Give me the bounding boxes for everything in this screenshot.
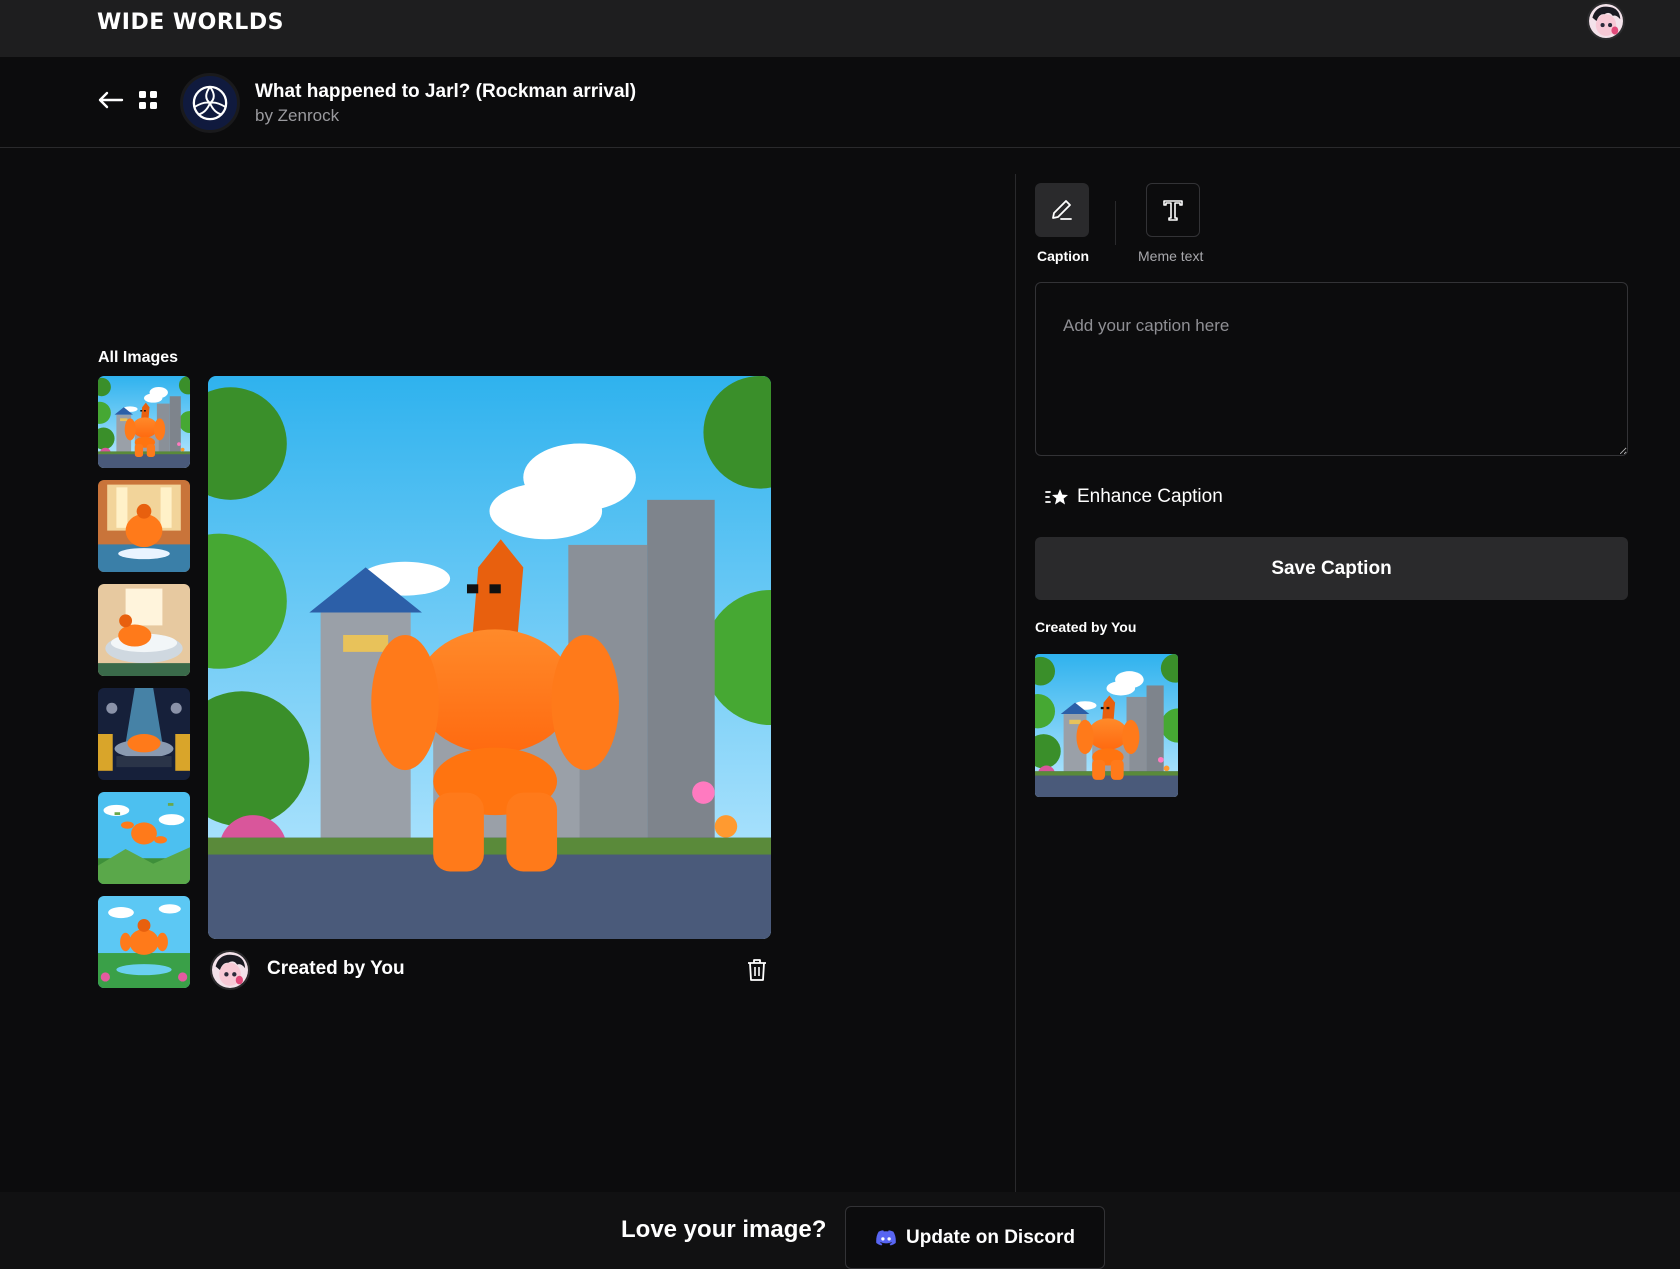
grid-view-button[interactable] [138,90,158,110]
world-emblem-icon [192,85,228,121]
thumbnail-item[interactable] [98,896,190,988]
pencil-icon [1052,200,1072,220]
love-your-image-text: Love your image? [621,1216,827,1243]
trash-icon [748,959,766,981]
bottom-bar: Love your image? Update on Discord [0,1192,1680,1269]
tab-meme-text-label[interactable]: Meme text [1138,248,1203,264]
creator-label: Created by You [267,958,405,979]
enhance-caption-label: Enhance Caption [1077,486,1223,507]
caption-input[interactable] [1035,282,1628,456]
tab-meme-text[interactable] [1146,183,1200,237]
world-header: What happened to Jarl? (Rockman arrival)… [0,57,1680,148]
back-button[interactable] [96,87,126,113]
text-t-icon [1163,200,1183,221]
tab-separator [1115,201,1116,245]
update-on-discord-button[interactable]: Update on Discord [845,1206,1105,1269]
created-image-thumbnail[interactable] [1035,654,1178,797]
all-images-heading: All Images [98,349,179,366]
brand-logo[interactable]: WIDE WORLDS [97,10,284,35]
creator-avatar [210,950,250,990]
arrow-left-icon [98,91,124,109]
avatar-image [1589,4,1623,38]
grid-icon [139,91,157,109]
delete-button[interactable] [745,957,769,983]
thumbnail-list [98,376,190,1000]
thumbnail-item[interactable] [98,584,190,676]
top-bar: WIDE WORLDS [0,0,1680,57]
thumbnail-item[interactable] [98,480,190,572]
update-on-discord-label: Update on Discord [906,1226,1075,1248]
save-caption-button[interactable]: Save Caption [1035,537,1628,600]
main-image[interactable] [208,376,771,939]
discord-icon [876,1229,896,1246]
tab-caption[interactable] [1035,183,1089,237]
enhance-caption-button[interactable]: Enhance Caption [1045,484,1223,510]
world-logo[interactable] [180,73,240,133]
thumbnail-item[interactable] [98,688,190,780]
world-author[interactable]: by Zenrock [255,106,339,126]
user-avatar[interactable] [1587,2,1625,40]
creator-row: Created by You [208,948,771,992]
sparkle-list-icon [1045,489,1068,505]
thumbnail-item[interactable] [98,792,190,884]
world-title: What happened to Jarl? (Rockman arrival) [255,81,637,102]
thumbnail-item[interactable] [98,376,190,468]
panel-divider [1015,174,1016,1192]
tab-caption-label[interactable]: Caption [1037,248,1089,264]
created-by-heading: Created by You [1035,619,1137,635]
